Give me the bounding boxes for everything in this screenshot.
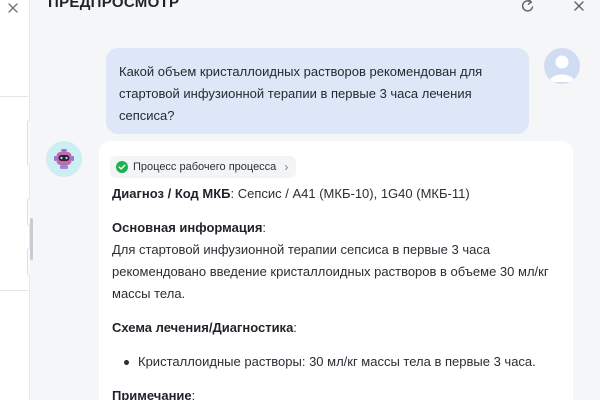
robot-avatar-icon [46, 141, 82, 177]
close-icon[interactable] [571, 0, 587, 14]
info-text: Для стартовой инфузионной терапии сепсис… [112, 242, 549, 301]
diagnosis-label: Диагноз / Код МКБ [112, 186, 231, 201]
panel-header: ПРЕДПРОСМОТР [30, 0, 600, 14]
divider [0, 96, 28, 97]
info-colon: : [262, 220, 267, 235]
scroll-handle[interactable] [30, 218, 33, 260]
background-sidebar [0, 0, 31, 400]
user-avatar-icon [544, 48, 580, 84]
divider [0, 290, 28, 291]
refresh-icon[interactable] [520, 0, 536, 14]
diagnosis-value: : Сепсис / A41 (МКБ-10), 1G40 (МКБ-11) [230, 186, 470, 201]
scheme-heading: Схема лечения/Диагностика: [112, 317, 562, 339]
user-message-bubble: Какой объем кристаллоидных растворов рек… [106, 48, 529, 134]
check-circle-icon [116, 161, 128, 173]
panel-title: ПРЕДПРОСМОТР [48, 0, 180, 11]
diagnosis-line: Диагноз / Код МКБ: Сепсис / A41 (МКБ-10)… [112, 183, 562, 205]
bullet-dot [124, 360, 129, 365]
info-section: Основная информация: Для стартовой инфуз… [112, 217, 562, 305]
scheme-item-text: Кристаллоидные растворы: 30 мл/кг массы … [138, 354, 536, 369]
scheme-label: Схема лечения/Диагностика [112, 320, 294, 335]
info-label: Основная информация [112, 220, 263, 235]
user-message-text: Какой объем кристаллоидных растворов рек… [119, 64, 483, 123]
list-item: Кристаллоидные растворы: 30 мл/кг массы … [112, 351, 562, 373]
note-colon: : [191, 388, 196, 400]
close-icon[interactable] [7, 2, 19, 14]
workflow-process-label: Процесс рабочего процесса [133, 161, 277, 173]
note-label: Примечание [112, 388, 192, 400]
scheme-colon: : [293, 320, 297, 335]
note-heading: Примечание: [112, 385, 562, 400]
assistant-answer: Диагноз / Код МКБ: Сепсис / A41 (МКБ-10)… [112, 183, 562, 400]
workflow-process-toggle[interactable]: Процесс рабочего процесса › [110, 156, 297, 178]
chevron-right-icon: › [284, 160, 289, 174]
